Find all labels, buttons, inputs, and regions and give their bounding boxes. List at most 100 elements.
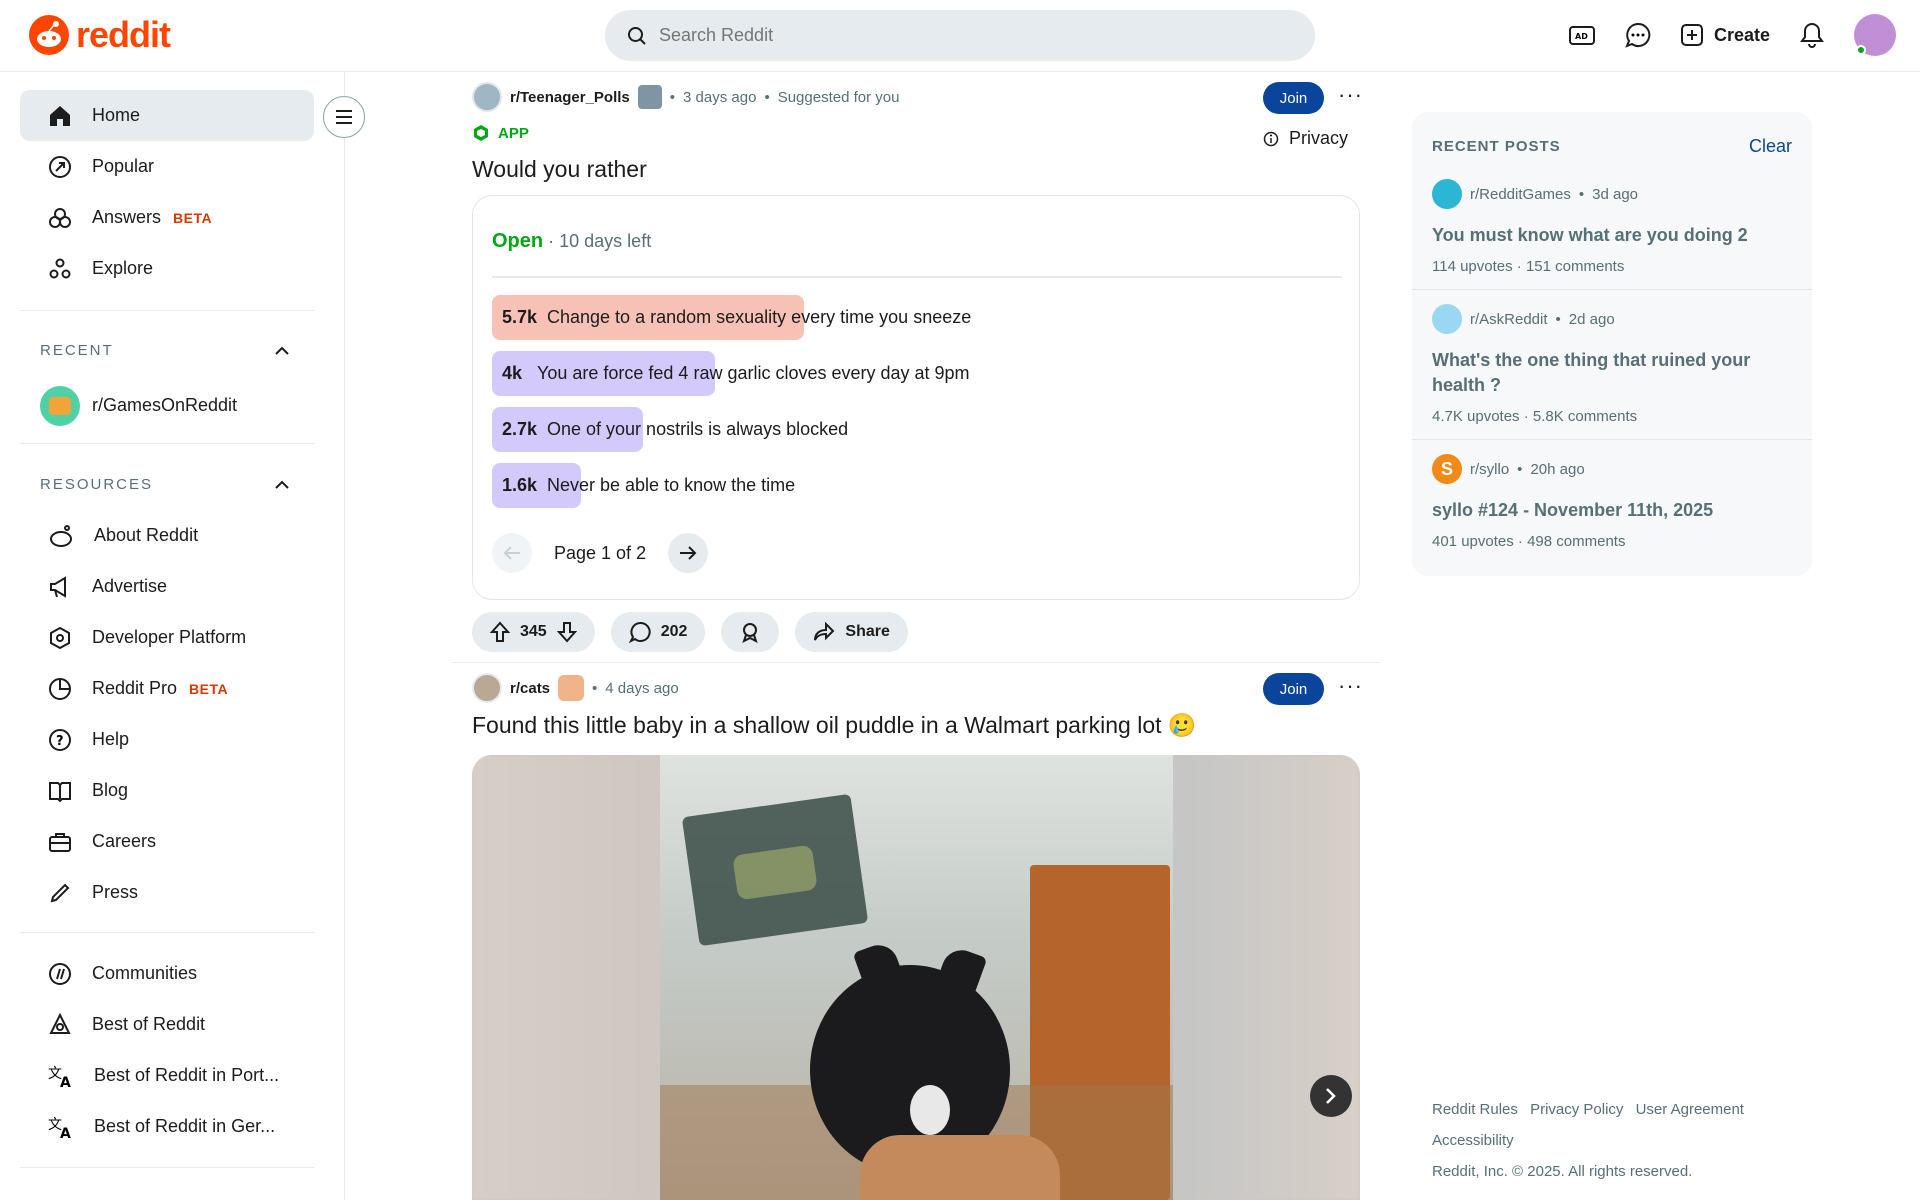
- divider: [20, 1167, 314, 1168]
- sidebar-item-answers[interactable]: Answers BETA: [20, 192, 314, 243]
- more-options-button[interactable]: ···: [1338, 82, 1363, 108]
- footer-link-agreement[interactable]: User Agreement: [1636, 1101, 1744, 1118]
- join-button[interactable]: Join: [1263, 673, 1324, 705]
- downvote-icon[interactable]: [556, 621, 577, 643]
- comments-button[interactable]: 202: [610, 612, 706, 652]
- clear-button[interactable]: Clear: [1749, 136, 1792, 157]
- briefcase-icon: [49, 832, 71, 852]
- sidebar-item-communities[interactable]: Communities: [20, 948, 314, 999]
- answers-icon: [49, 207, 71, 228]
- sidebar-item-careers[interactable]: Careers: [20, 816, 314, 867]
- create-button[interactable]: Create: [1680, 23, 1770, 47]
- arrow-left-icon: [503, 546, 520, 560]
- sidebar-item-gamesonreddit[interactable]: r/GamesOnReddit: [20, 380, 314, 431]
- privacy-link[interactable]: Privacy: [1263, 128, 1348, 149]
- post-time: 20h ago: [1530, 460, 1585, 478]
- reddit-logo[interactable]: reddit: [28, 14, 171, 56]
- sidebar-item-label: Press: [92, 882, 139, 902]
- top-header: reddit AD Create: [0, 0, 1920, 72]
- subreddit-avatar[interactable]: [472, 82, 502, 112]
- recent-post-title[interactable]: You must know what are you doing 2: [1432, 223, 1792, 248]
- recent-post-title[interactable]: What's the one thing that ruined your he…: [1432, 348, 1792, 398]
- post-title[interactable]: Found this little baby in a shallow oil …: [472, 712, 1197, 739]
- post-media[interactable]: [472, 755, 1360, 1200]
- upvote-count: 401 upvotes: [1432, 533, 1514, 550]
- sidebar-item-label: Popular: [92, 156, 155, 176]
- sidebar-item-about-reddit[interactable]: About Reddit: [20, 510, 314, 561]
- award-button[interactable]: [721, 612, 780, 652]
- subreddit-link[interactable]: r/cats: [510, 680, 550, 697]
- sidebar-item-press[interactable]: Press: [20, 867, 314, 918]
- upvote-icon[interactable]: [490, 621, 510, 643]
- search-input[interactable]: [659, 25, 1259, 46]
- copyright: Reddit, Inc. © 2025. All rights reserved…: [1432, 1163, 1693, 1180]
- poll-option[interactable]: 2.7k One of your nostrils is always bloc…: [492, 407, 1342, 452]
- sidebar-item-help[interactable]: ? Help: [20, 714, 314, 765]
- online-indicator: [1856, 45, 1866, 55]
- comment-icon: [628, 621, 651, 643]
- recent-post-item[interactable]: r/AskReddit • 2d ago What's the one thin…: [1412, 290, 1812, 440]
- help-icon: ?: [49, 728, 71, 751]
- sidebar-item-blog[interactable]: Blog: [20, 765, 314, 816]
- popular-icon: [49, 155, 71, 178]
- subreddit-link[interactable]: r/RedditGames: [1470, 186, 1571, 203]
- translate-icon: 文A: [48, 1117, 71, 1139]
- chevron-up-icon: [275, 346, 289, 355]
- megaphone-icon: [50, 575, 66, 598]
- sidebar-item-label: r/GamesOnReddit: [92, 395, 238, 415]
- sidebar-item-explore[interactable]: Explore: [20, 243, 314, 294]
- ads-icon[interactable]: AD: [1568, 21, 1596, 49]
- chat-icon[interactable]: [1624, 21, 1652, 49]
- footer-link-rules[interactable]: Reddit Rules: [1432, 1101, 1518, 1118]
- recent-section-header[interactable]: RECENT: [40, 342, 290, 359]
- prev-page-button[interactable]: [492, 533, 532, 573]
- recent-post-meta: S r/syllo • 20h ago: [1432, 454, 1792, 484]
- subreddit-link[interactable]: r/syllo: [1470, 461, 1509, 478]
- bell-icon[interactable]: [1798, 21, 1826, 49]
- recent-post-item[interactable]: S r/syllo • 20h ago syllo #124 - Novembe…: [1412, 440, 1812, 564]
- sidebar-item-label: Careers: [92, 831, 157, 851]
- poll-option-count: 4k: [502, 363, 523, 383]
- subreddit-link[interactable]: r/AskReddit: [1470, 311, 1548, 328]
- resources-section-header[interactable]: RESOURCES: [40, 476, 290, 493]
- recent-post-title[interactable]: syllo #124 - November 11th, 2025: [1432, 498, 1792, 523]
- sidebar-item-popular[interactable]: Popular: [20, 141, 314, 192]
- footer-link-accessibility[interactable]: Accessibility: [1432, 1132, 1514, 1149]
- sidebar-item-advertise[interactable]: Advertise: [20, 561, 314, 612]
- app-label: APP: [498, 124, 529, 142]
- poll-option[interactable]: 1.6k Never be able to know the time: [492, 463, 1342, 508]
- sidebar-item-label: Advertise: [92, 576, 168, 596]
- join-button[interactable]: Join: [1263, 82, 1324, 114]
- search-bar[interactable]: [605, 10, 1315, 61]
- sidebar-item-reddit-pro[interactable]: Reddit Pro BETA: [20, 663, 314, 714]
- share-button[interactable]: Share: [795, 612, 908, 652]
- poll-option-count: 1.6k: [502, 475, 538, 495]
- vote-count: 345: [520, 623, 547, 640]
- recent-post-stats: 4.7K upvotes · 5.8K comments: [1432, 408, 1638, 425]
- arrow-right-icon: [680, 546, 697, 560]
- sidebar-item-best-of-reddit[interactable]: Best of Reddit: [20, 999, 314, 1050]
- footer-link-privacy[interactable]: Privacy Policy: [1530, 1101, 1623, 1118]
- user-avatar[interactable]: [1854, 14, 1896, 56]
- subreddit-avatar[interactable]: [472, 673, 502, 703]
- sidebar-item-label: Best of Reddit in Ger...: [94, 1116, 276, 1136]
- post-title[interactable]: Would you rather: [472, 156, 647, 183]
- sidebar-item-home[interactable]: Home: [20, 90, 314, 141]
- carousel-next-button[interactable]: [1310, 1075, 1352, 1117]
- sidebar-item-best-of-reddit-ger[interactable]: 文A Best of Reddit in Ger...: [20, 1101, 314, 1152]
- subreddit-link[interactable]: r/Teenager_Polls: [510, 89, 630, 106]
- sidebar-item-label: Explore: [92, 258, 154, 278]
- sidebar-item-best-of-reddit-port[interactable]: 文A Best of Reddit in Port...: [20, 1050, 314, 1101]
- sidebar-item-developer-platform[interactable]: Developer Platform: [20, 612, 314, 663]
- poll-option[interactable]: 4k You are force fed 4 raw garlic cloves…: [492, 351, 1342, 396]
- poll-option-text: Change to a random sexuality every time …: [547, 307, 972, 327]
- next-page-button[interactable]: [668, 533, 709, 573]
- poll-option[interactable]: 5.7k Change to a random sexuality every …: [492, 295, 1342, 340]
- search-icon: [628, 26, 646, 45]
- subreddit-avatar: [1432, 304, 1462, 334]
- sidebar-toggle-button[interactable]: [323, 96, 365, 138]
- share-label: Share: [845, 623, 890, 640]
- more-options-button[interactable]: ···: [1338, 673, 1363, 699]
- recent-header-label: RECENT: [40, 342, 114, 359]
- recent-post-item[interactable]: r/RedditGames • 3d ago You must know wha…: [1412, 165, 1812, 290]
